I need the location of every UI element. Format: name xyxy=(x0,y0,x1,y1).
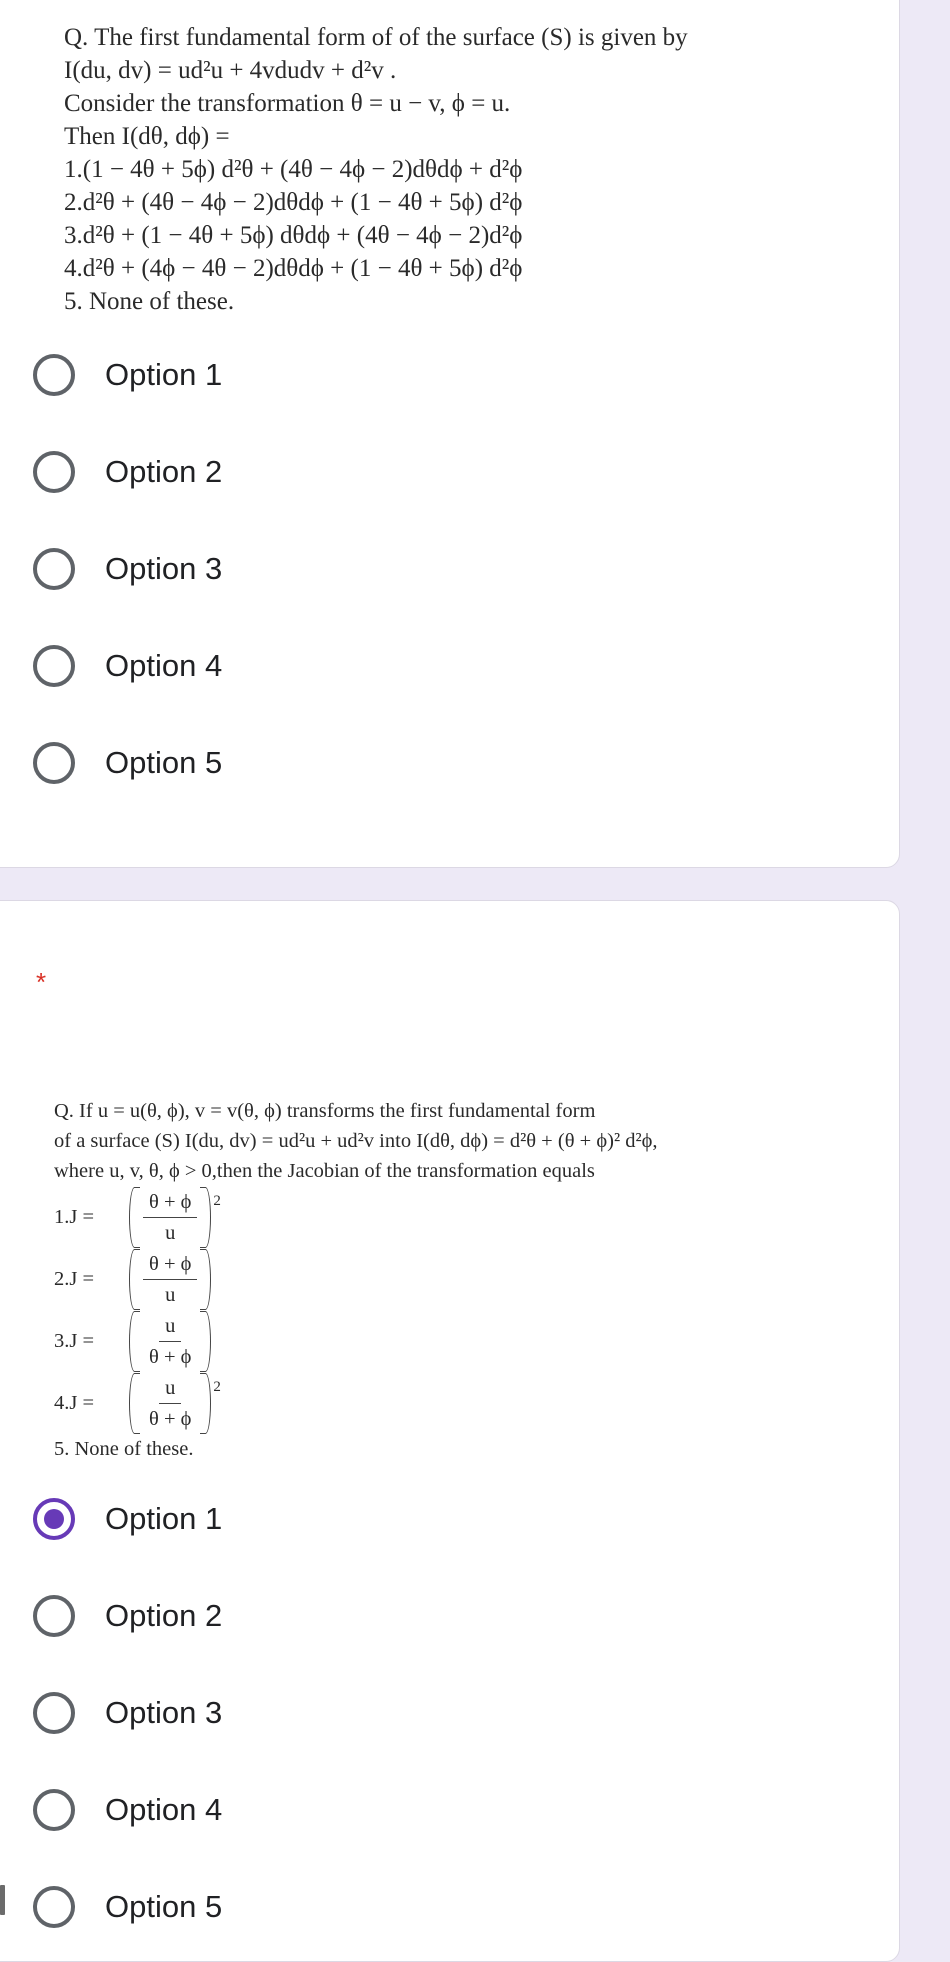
radio-unchecked-icon[interactable] xyxy=(33,1789,75,1831)
option-label: Option 3 xyxy=(105,551,223,586)
question-2-text: Q. If u = u(θ, ϕ), v = v(θ, ϕ) transform… xyxy=(54,1096,874,1464)
option-label: Option 1 xyxy=(105,1501,223,1536)
question-1-line: 5. None of these. xyxy=(64,288,235,315)
radio-unchecked-icon[interactable] xyxy=(33,645,75,687)
option-label: Option 4 xyxy=(105,648,223,683)
radio-unchecked-icon[interactable] xyxy=(33,548,75,590)
question-card-1: Q. The first fundamental form of of the … xyxy=(0,0,900,868)
option-label: Option 4 xyxy=(105,1792,223,1827)
choice-label: 4.J = xyxy=(54,1392,95,1414)
q1-option-4[interactable]: Option 4 xyxy=(33,636,222,696)
q2-option-5[interactable]: Option 5 xyxy=(33,1877,222,1937)
denominator: θ + ϕ xyxy=(149,1407,192,1430)
q2-option-4[interactable]: Option 4 xyxy=(33,1780,222,1840)
exponent: 2 xyxy=(213,1379,221,1395)
radio-unchecked-icon[interactable] xyxy=(33,1886,75,1928)
jacobian-choice-4: 4.J = u θ + ϕ 2 xyxy=(54,1372,874,1434)
numerator: θ + ϕ xyxy=(143,1249,198,1280)
radio-checked-icon[interactable] xyxy=(33,1498,75,1540)
edge-handle xyxy=(0,1885,5,1915)
jacobian-choice-2: 2.J = θ + ϕ u xyxy=(54,1248,874,1310)
question-1-line: Then I(dθ, dϕ) = xyxy=(64,123,230,150)
question-1-line: 4.d²θ + (4ϕ − 4θ − 2)dθdϕ + (1 − 4θ + 5ϕ… xyxy=(64,255,523,282)
question-1-line: 1.(1 − 4θ + 5ϕ) d²θ + (4θ − 4ϕ − 2)dθdϕ … xyxy=(64,156,523,183)
numerator: u xyxy=(159,1373,182,1404)
option-label: Option 3 xyxy=(105,1695,223,1730)
question-1-line: 3.d²θ + (1 − 4θ + 5ϕ) dθdϕ + (4θ − 4ϕ − … xyxy=(64,222,523,249)
radio-unchecked-icon[interactable] xyxy=(33,354,75,396)
radio-unchecked-icon[interactable] xyxy=(33,742,75,784)
question-1-line: 2.d²θ + (4θ − 4ϕ − 2)dθdϕ + (1 − 4θ + 5ϕ… xyxy=(64,189,523,216)
choice-label: 1.J = xyxy=(54,1206,95,1228)
choice-label: 3.J = xyxy=(54,1330,95,1352)
option-label: Option 2 xyxy=(105,454,223,489)
choice-none: 5. None of these. xyxy=(54,1438,194,1460)
q2-option-2[interactable]: Option 2 xyxy=(33,1586,222,1646)
radio-unchecked-icon[interactable] xyxy=(33,451,75,493)
option-label: Option 2 xyxy=(105,1598,223,1633)
question-card-2: * Q. If u = u(θ, ϕ), v = v(θ, ϕ) transfo… xyxy=(0,900,900,1962)
choice-label: 2.J = xyxy=(54,1268,95,1290)
denominator: u xyxy=(165,1221,176,1244)
jacobian-choice-1: 1.J = θ + ϕ u 2 xyxy=(54,1186,874,1248)
numerator: θ + ϕ xyxy=(143,1187,198,1218)
question-1-line: Consider the transformation θ = u − v, ϕ… xyxy=(64,90,511,117)
q2-option-1[interactable]: Option 1 xyxy=(33,1489,222,1549)
option-label: Option 1 xyxy=(105,357,223,392)
question-1-text: Q. The first fundamental form of of the … xyxy=(64,21,864,318)
q1-option-5[interactable]: Option 5 xyxy=(33,733,222,793)
question-2-line: Q. If u = u(θ, ϕ), v = v(θ, ϕ) transform… xyxy=(54,1100,596,1122)
question-2-line: where u, v, θ, ϕ > 0,then the Jacobian o… xyxy=(54,1160,595,1182)
denominator: θ + ϕ xyxy=(149,1345,192,1368)
question-1-line: Q. The first fundamental form of of the … xyxy=(64,24,688,51)
q1-option-3[interactable]: Option 3 xyxy=(33,539,222,599)
question-1-line: I(du, dv) = ud²u + 4vdudv + d²v . xyxy=(64,57,397,84)
required-star-icon: * xyxy=(36,967,47,997)
option-label: Option 5 xyxy=(105,745,223,780)
radio-unchecked-icon[interactable] xyxy=(33,1692,75,1734)
question-2-line: of a surface (S) I(du, dv) = ud²u + ud²v… xyxy=(54,1130,658,1152)
q2-option-3[interactable]: Option 3 xyxy=(33,1683,222,1743)
radio-unchecked-icon[interactable] xyxy=(33,1595,75,1637)
jacobian-choice-3: 3.J = u θ + ϕ xyxy=(54,1310,874,1372)
exponent: 2 xyxy=(213,1193,221,1209)
numerator: u xyxy=(159,1311,182,1342)
q1-option-2[interactable]: Option 2 xyxy=(33,442,222,502)
q1-option-1[interactable]: Option 1 xyxy=(33,345,222,405)
denominator: u xyxy=(165,1283,176,1306)
